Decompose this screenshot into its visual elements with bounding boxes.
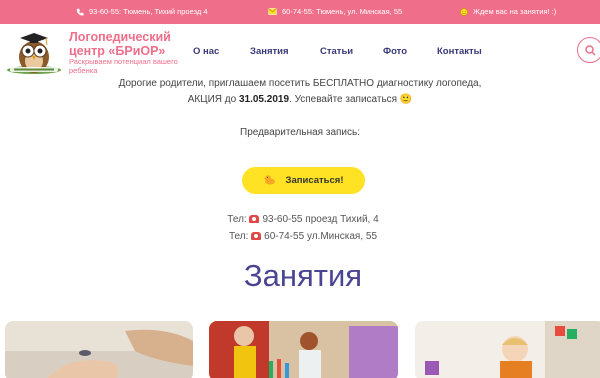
promo-line-2: АКЦИЯ до 31.05.2019. Успевайте записатьс…: [0, 94, 600, 105]
topbar-wait: Ждем вас на занятия! :): [460, 7, 556, 16]
contact-prefix: Тел:: [227, 214, 247, 225]
duck-icon: [263, 174, 276, 188]
promo-prefix: АКЦИЯ до: [187, 94, 239, 105]
topbar-phone1[interactable]: 93-60-55: Тюмень, Тихий проезд 4: [76, 7, 208, 16]
site-header: Логопедический центр «БРиОР» Раскрываем …: [0, 24, 600, 76]
search-button[interactable]: [577, 37, 600, 63]
nav-about[interactable]: О нас: [193, 46, 219, 57]
contact-text: 93-60-55 проезд Тихий, 4: [262, 214, 379, 225]
nav-articles[interactable]: Статьи: [320, 46, 353, 57]
brand-subtitle: Раскрываем потенциал вашего ребенка: [69, 57, 178, 75]
class-photo-3[interactable]: [415, 321, 600, 378]
class-photo-1[interactable]: [5, 321, 193, 378]
nav-photo[interactable]: Фото: [383, 46, 407, 57]
nav-contacts[interactable]: Контакты: [437, 46, 482, 57]
mail-icon: [268, 8, 277, 15]
prelim-text: Предварительная запись:: [240, 127, 360, 138]
search-icon: [585, 45, 596, 56]
smile-icon: [460, 7, 468, 16]
promo-date: 31.05.2019: [238, 94, 290, 105]
class-photo-2[interactable]: [209, 321, 398, 378]
section-title: Занятия: [243, 258, 363, 293]
topbar-phone2-text: 60-74-55: Тюмень, ул. Минская, 55: [282, 7, 403, 16]
telephone-emoji: [249, 215, 260, 223]
nav-classes[interactable]: Занятия: [250, 46, 289, 57]
promo-line-1: Дорогие родители, приглашаем посетить БЕ…: [118, 78, 482, 89]
top-bar: 93-60-55: Тюмень, Тихий проезд 4 60-74-5…: [0, 0, 600, 24]
promo-suffix: . Успевайте записаться 🙂: [289, 94, 413, 105]
telephone-emoji: [251, 232, 262, 240]
topbar-phone1-text: 93-60-55: Тюмень, Тихий проезд 4: [89, 7, 208, 16]
phone-icon: [76, 8, 84, 16]
contact-prefix: Тел:: [228, 231, 249, 242]
contact-line-2: Тел: 60-74-55 ул.Минская, 55: [0, 231, 600, 242]
signup-label: Записаться!: [285, 175, 344, 186]
topbar-wait-text: Ждем вас на занятия! :): [473, 7, 557, 16]
owl-logo[interactable]: [6, 30, 62, 76]
signup-button[interactable]: Записаться!: [242, 167, 365, 194]
brand-title[interactable]: Логопедический центр «БРиОР»: [69, 30, 194, 58]
topbar-phone2[interactable]: 60-74-55: Тюмень, ул. Минская, 55: [268, 7, 402, 16]
contact-text: 60-74-55 ул.Минская, 55: [264, 231, 378, 242]
contact-line-1: Тел: 93-60-55 проезд Тихий, 4: [0, 214, 600, 225]
